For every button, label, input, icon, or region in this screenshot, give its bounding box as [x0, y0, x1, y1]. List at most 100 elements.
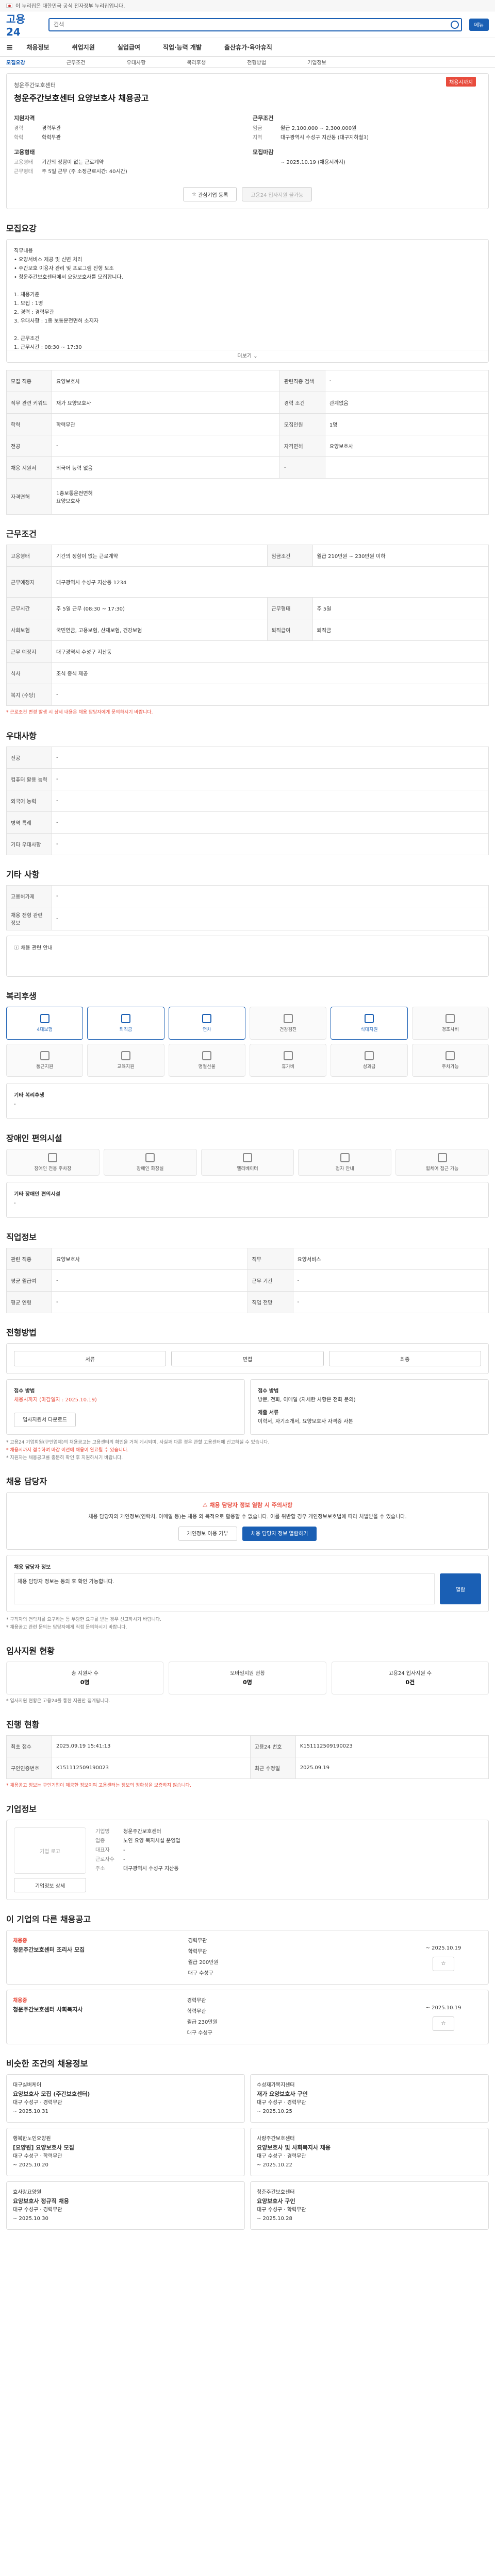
table-cell: 주 5일	[312, 597, 489, 619]
list-item[interactable]: 사랑주간보호센터 요양보호사 및 사회복지사 채용 대구 수성구 · 경력무관 ~ 2…	[250, 2128, 489, 2176]
welfare-extra-value: -	[14, 1101, 16, 1107]
table-header: 근무시간	[6, 597, 52, 619]
apply-button[interactable]: 고용24 입사지원 불가능	[242, 187, 312, 201]
table-cell: 재가 요양보호사	[52, 392, 280, 414]
list-item[interactable]: 행복한노인요양원 [요양원] 요양보호사 모집 대구 수성구 · 학력무관 ~ 202…	[6, 2128, 245, 2176]
tab-method[interactable]: 전형방법	[247, 58, 266, 66]
star-icon[interactable]: ☆	[432, 2016, 455, 2031]
recruit-table: 모집 직종 요양보호사 관련직종 검색 - 직무 관련 키워드 재가 요양보호사 경력 조…	[6, 370, 489, 515]
similar-grid: 대구실버케어 요양보호사 모집 (주간보호센터) 대구 수성구 · 경력무관 ~ 20…	[6, 2074, 489, 2230]
rec-date: ~ 2025.10.19	[425, 1945, 461, 1951]
list-item[interactable]: 채용중 청운주간보호센터 조리사 모집 경력무관 학력무관 월급 200만원 대…	[6, 1930, 489, 1985]
welfare-item: 연차	[168, 1007, 245, 1040]
list-item[interactable]: 청춘주간보호센터 요양보호사 구인 대구 수성구 · 학력무관 ~ 2025.10.2…	[250, 2181, 489, 2230]
docs-list: 이력서, 자기소개서, 요양보호사 자격증 사본	[258, 1419, 353, 1425]
company-detail-button[interactable]: 기업정보 상세	[14, 1878, 86, 1892]
star-icon[interactable]: ☆	[432, 1956, 455, 1971]
rec-career: 경력무관	[187, 1998, 206, 2004]
table-header: 평균 연령	[6, 1291, 52, 1313]
agree-button[interactable]: 채용 담당자 정보 열람하기	[242, 1527, 317, 1541]
table-cell: -	[52, 907, 489, 930]
rec-edu: 학력무관	[187, 2009, 206, 2014]
tab-welfare[interactable]: 복리후생	[187, 58, 206, 66]
gnb-item[interactable]: 채용정보	[26, 43, 49, 52]
table-header: 식사	[6, 662, 52, 684]
more-label: 더보기	[237, 353, 252, 359]
welfare-extra: 기타 복리후생 -	[6, 1083, 489, 1119]
table-cell: -	[52, 885, 489, 907]
employment-heading: 고용형태	[14, 149, 35, 156]
welfare-icon	[121, 1014, 130, 1023]
tab-conditions[interactable]: 근무조건	[67, 58, 86, 66]
table-header: 모집인원	[279, 413, 325, 435]
interest-button[interactable]: ☆ 관심기업 등록	[183, 187, 237, 201]
table-header: 기타 우대사항	[6, 833, 52, 855]
deadline-heading: 모집마감	[253, 149, 274, 156]
menu-button[interactable]: 메뉴	[469, 18, 489, 31]
table-cell: 퇴직금	[312, 619, 489, 641]
list-item[interactable]: 채용중 청운주간보호센터 사회복지사 경력무관 학력무관 월급 230만원 대구…	[6, 1990, 489, 2044]
kv-value: 경력무관	[42, 126, 61, 131]
refuse-button[interactable]: 개인정보 이용 거부	[178, 1527, 237, 1541]
alert-title-text: 채용 담당자 정보 열람 시 주의사항	[209, 1502, 293, 1509]
search-input[interactable]	[50, 19, 461, 30]
process-table: 최초 접수 2025.09.19 15:41:13 고용24 번호 K15111250…	[6, 1735, 489, 1779]
table-header: 평균 월급여	[6, 1269, 52, 1292]
section-title: 전형방법	[6, 1328, 37, 1337]
tab-company[interactable]: 기업정보	[307, 58, 326, 66]
sim-title: 요양보호사 정규직 채용	[13, 2198, 69, 2205]
gnb-item[interactable]: 직업·능력 개발	[163, 43, 202, 52]
gnb-item[interactable]: 출산휴가·육아휴직	[224, 43, 272, 52]
list-item[interactable]: 효사랑요양원 요양보호사 정규직 채용 대구 수성구 · 경력무관 ~ 2025.10…	[6, 2181, 245, 2230]
welfare-item: 교육지원	[87, 1044, 164, 1077]
section-title: 이 기업의 다른 채용공고	[6, 1914, 91, 1924]
tab-preferred[interactable]: 우대사항	[127, 58, 146, 66]
guide-text: 채용 담당자 정보는 동의 후 확인 가능합니다.	[14, 1573, 435, 1604]
kv-key: 지역	[253, 135, 262, 141]
gnb-item[interactable]: 실업급여	[118, 43, 140, 52]
stats-grid: 총 지원자 수 0명 모바일지원 현황 0명 고용24 입사지원 수 0건	[6, 1662, 489, 1694]
table-cell: 주 5일 근무 (08:30 ~ 17:30)	[52, 597, 268, 619]
kv-key	[253, 158, 280, 167]
rec-location: 대구 수성구	[187, 2030, 212, 2036]
gov-banner: 이 누리집은 대한민국 공식 전자정부 누리집입니다.	[0, 0, 495, 11]
table-header: 임금조건	[267, 545, 313, 567]
table-cell: -	[324, 370, 489, 392]
welfare-item: 명절선물	[168, 1044, 245, 1077]
hamburger-icon[interactable]: ≡	[6, 42, 13, 52]
download-button[interactable]: 입사지원서 다운로드	[14, 1413, 76, 1427]
list-item[interactable]: 대구실버케어 요양보호사 모집 (주간보호센터) 대구 수성구 · 경력무관 ~ 20…	[6, 2074, 245, 2123]
facility-icon	[340, 1153, 350, 1162]
search-icon[interactable]	[450, 20, 459, 29]
list-item[interactable]: 수성재가복지센터 재가 요양보호사 구인 대구 수성구 · 경력무관 ~ 2025.1…	[250, 2074, 489, 2123]
site-header: 고용24 메뉴	[0, 11, 495, 38]
table-cell: 요양서비스	[292, 1248, 489, 1270]
table-header: 고용형태	[6, 545, 52, 567]
facility-item: 장애인 전용 주차장	[6, 1149, 100, 1176]
table-cell: 요양보호사	[324, 435, 489, 457]
global-nav: ≡ 채용정보 취업지원 실업급여 직업·능력 개발 출산휴가·육아휴직	[0, 38, 495, 57]
tab-recruit[interactable]: 모집요강	[6, 58, 25, 66]
welfare-extra-title: 기타 복리후생	[14, 1093, 44, 1098]
kv-key: 임금	[253, 126, 262, 131]
section-title: 근무조건	[6, 529, 37, 539]
other-note-box: ⓘ 채용 관련 안내	[6, 936, 489, 977]
view-button[interactable]: 열람	[440, 1573, 481, 1604]
welfare-icon	[364, 1014, 374, 1023]
rec-tag: 채용중	[13, 1998, 27, 2004]
stat-label: 고용24 입사지원 수	[388, 1671, 432, 1676]
welfare-icon	[121, 1051, 130, 1060]
gnb-item[interactable]: 취업지원	[72, 43, 95, 52]
site-logo[interactable]: 고용24	[6, 11, 38, 38]
table-cell: -	[292, 1269, 489, 1292]
facility-item: 휠체어 접근 가능	[395, 1149, 489, 1176]
table-header: 전공	[6, 435, 52, 457]
section-title: 모집요강	[6, 224, 37, 233]
welfare-label: 성과급	[362, 1064, 376, 1070]
kv-key: 기업명	[95, 1829, 110, 1835]
kv-value: -	[123, 1857, 125, 1862]
facility-extra-value: -	[14, 1200, 16, 1206]
facility-extra-title: 기타 장애인 편의시설	[14, 1192, 60, 1197]
more-button[interactable]: 더보기 ⌄	[7, 350, 488, 362]
method-note: * 지원자는 채용공고를 충분히 확인 후 지원하시기 바랍니다.	[6, 1455, 123, 1461]
